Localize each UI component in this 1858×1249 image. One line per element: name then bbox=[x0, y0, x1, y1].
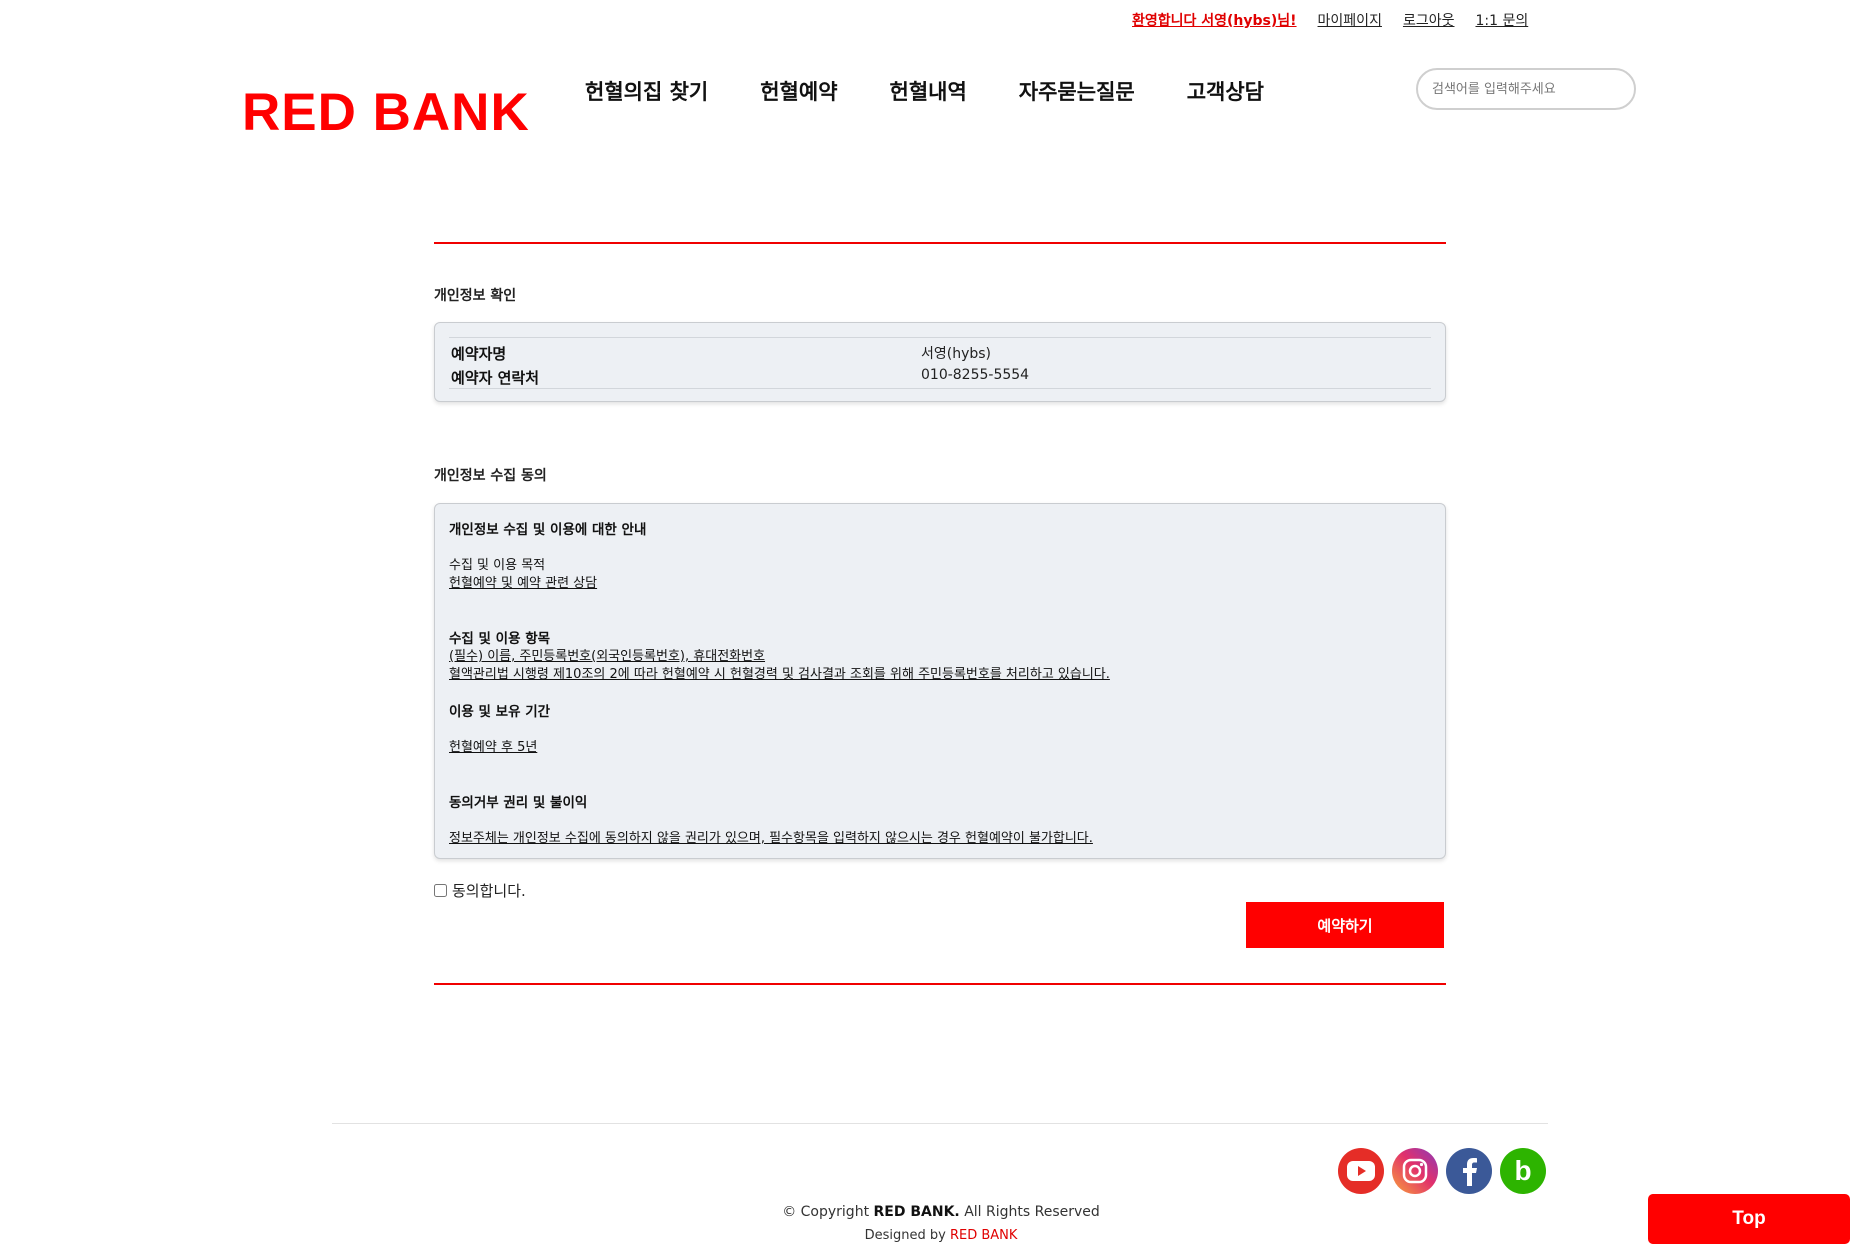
site-logo[interactable]: RED BANK bbox=[242, 82, 530, 143]
items-legal-note: 혈액관리법 시행령 제10조의 2에 따라 헌혈예약 시 헌혈경력 및 검사결과… bbox=[449, 667, 1110, 682]
copyright-prefix: © Copyright bbox=[782, 1204, 874, 1220]
copyright-brand: RED BANK. bbox=[873, 1204, 960, 1220]
phone-label: 예약자 연락처 bbox=[451, 369, 540, 387]
nav-item-reservation[interactable]: 헌혈예약 bbox=[760, 76, 837, 106]
nav-item-history[interactable]: 헌혈내역 bbox=[890, 76, 967, 106]
mypage-link[interactable]: 마이페이지 bbox=[1318, 10, 1382, 30]
phone-value: 010-8255-5554 bbox=[921, 367, 1030, 383]
logout-link[interactable]: 로그아웃 bbox=[1403, 10, 1455, 30]
purpose-value: 헌혈예약 및 예약 관련 상담 bbox=[449, 576, 598, 591]
name-label: 예약자명 bbox=[451, 345, 507, 363]
instagram-icon[interactable] bbox=[1392, 1148, 1438, 1194]
purpose-label: 수집 및 이용 목적 bbox=[449, 558, 546, 573]
nav-item-support[interactable]: 고객상담 bbox=[1187, 76, 1264, 106]
refusal-value: 정보주체는 개인정보 수집에 동의하지 않을 권리가 있으며, 필수항목을 입력… bbox=[449, 831, 1093, 846]
personal-info-box: 예약자명 서영(hybs) 예약자 연락처 010-8255-5554 bbox=[434, 322, 1446, 402]
footer-divider bbox=[332, 1123, 1548, 1124]
consent-title: 개인정보 수집 동의 bbox=[434, 468, 547, 484]
youtube-icon[interactable] bbox=[1338, 1148, 1384, 1194]
info-divider-top bbox=[449, 337, 1431, 338]
bottom-divider bbox=[434, 983, 1446, 985]
agree-checkbox[interactable] bbox=[434, 884, 447, 897]
reserve-button[interactable]: 예약하기 bbox=[1246, 902, 1444, 948]
phone-row: 예약자 연락처 010-8255-5554 bbox=[451, 367, 1429, 389]
facebook-icon[interactable] bbox=[1446, 1148, 1492, 1194]
designed-prefix: Designed by bbox=[864, 1228, 950, 1243]
copyright-text: © Copyright RED BANK. All Rights Reserve… bbox=[0, 1204, 1858, 1220]
designed-brand[interactable]: RED BANK bbox=[950, 1228, 1017, 1243]
utility-links: 환영합니다 서영(hybs)님! 마이페이지 로그아웃 1:1 문의 bbox=[1132, 10, 1528, 30]
scroll-top-button[interactable]: Top bbox=[1648, 1194, 1850, 1244]
designed-by-text: Designed by RED BANK bbox=[0, 1228, 1858, 1243]
consent-terms-box[interactable]: 개인정보 수집 및 이용에 대한 안내 수집 및 이용 목적 헌혈예약 및 예약… bbox=[434, 503, 1446, 859]
nav-item-faq[interactable]: 자주묻는질문 bbox=[1019, 76, 1135, 106]
agree-checkbox-row[interactable]: 동의합니다. bbox=[434, 880, 526, 901]
inquiry-link[interactable]: 1:1 문의 bbox=[1475, 10, 1528, 30]
items-label: 수집 및 이용 항목 bbox=[449, 631, 551, 647]
top-divider bbox=[434, 242, 1446, 244]
welcome-link[interactable]: 환영합니다 서영(hybs)님! bbox=[1132, 10, 1297, 30]
search-input[interactable] bbox=[1416, 68, 1636, 110]
nav-item-find-center[interactable]: 헌혈의집 찾기 bbox=[585, 76, 708, 106]
info-divider-bottom bbox=[449, 388, 1431, 389]
copyright-suffix: All Rights Reserved bbox=[959, 1204, 1100, 1220]
main-nav: 헌혈의집 찾기 헌혈예약 헌혈내역 자주묻는질문 고객상담 bbox=[585, 76, 1264, 106]
terms-heading: 개인정보 수집 및 이용에 대한 안내 bbox=[449, 522, 647, 538]
name-row: 예약자명 서영(hybs) bbox=[451, 343, 1429, 365]
period-label: 이용 및 보유 기간 bbox=[449, 704, 551, 720]
items-value: (필수) 이름, 주민등록번호(외국인등록번호), 휴대전화번호 bbox=[449, 649, 766, 664]
personal-info-title: 개인정보 확인 bbox=[434, 288, 517, 304]
period-value: 헌혈예약 후 5년 bbox=[449, 740, 538, 755]
name-value: 서영(hybs) bbox=[921, 346, 992, 362]
blog-icon[interactable]: b bbox=[1500, 1148, 1546, 1194]
agree-label: 동의합니다. bbox=[452, 882, 526, 900]
refusal-label: 동의거부 권리 및 불이익 bbox=[449, 795, 588, 811]
